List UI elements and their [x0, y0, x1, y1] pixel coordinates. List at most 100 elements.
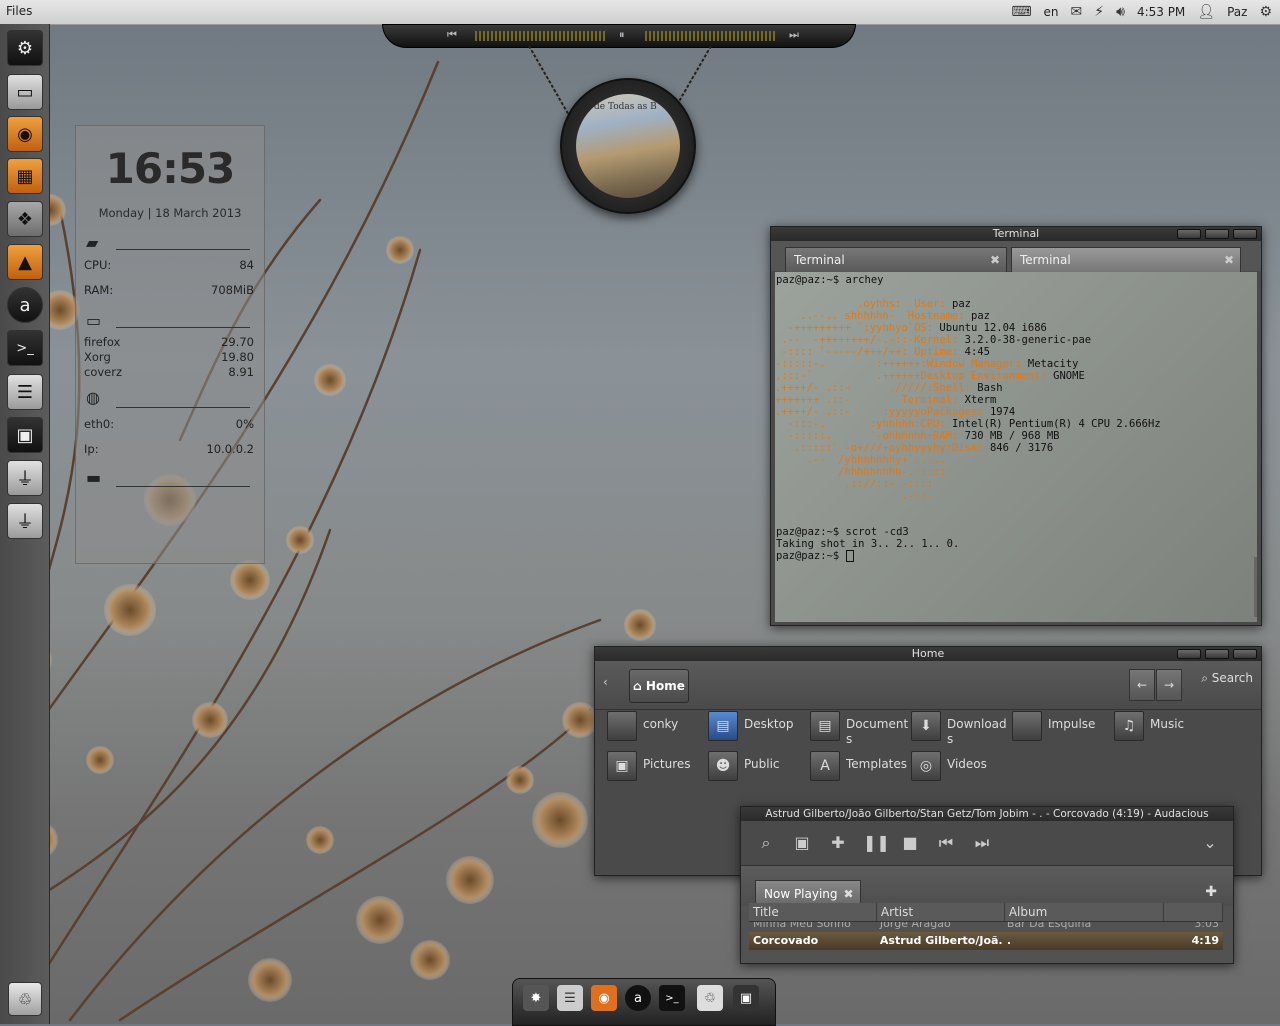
previous-icon[interactable]: ⏮ [935, 833, 957, 853]
usb-drive-icon[interactable]: ⏚ [7, 503, 43, 539]
terminal-scrollbar[interactable] [1254, 557, 1257, 617]
vlc-icon[interactable]: ▲ [7, 244, 43, 280]
files-icon[interactable]: ▭ [7, 74, 43, 110]
archey-value: GNOME [1046, 370, 1085, 382]
workspace-switcher-icon[interactable]: ▣ [733, 985, 759, 1011]
terminal-icon[interactable]: >_ [7, 330, 43, 366]
file-cabinet-icon[interactable]: ☰ [7, 374, 43, 410]
keyboard-icon[interactable]: ⌨ [1011, 4, 1031, 20]
active-app-name[interactable]: Files [6, 4, 32, 18]
folder-item[interactable]: ◎ Videos [911, 751, 1011, 785]
window-titlebar[interactable]: Home [595, 647, 1261, 661]
top-panel: Files ⌨ en ✉ ⚡ 🔊︎ 4:53 PM 👤︎ Paz ⚙ [0, 0, 1280, 25]
workspace-switcher-icon[interactable]: ▣ [7, 417, 43, 453]
terminal-window[interactable]: Terminal Terminal ✖ Terminal ✖ paz@paz:~… [770, 226, 1262, 626]
forward-button[interactable]: → [1156, 669, 1182, 701]
search-icon[interactable]: ⌕ [755, 833, 777, 853]
archey-line: -:::::-. :++++++:Window Manager: Metacit… [775, 358, 1078, 370]
folder-item[interactable]: ⬇ Downloads [911, 711, 1011, 746]
audacious-window[interactable]: Astrud Gilberto/João Gilberto/Stan Getz/… [740, 806, 1234, 964]
archey-line: -:::::. `-ohhhhhh+RAM: 730 MB / 968 MB [775, 430, 1060, 442]
archive-icon[interactable]: ▦ [7, 158, 43, 194]
process-name: coverz [84, 365, 123, 379]
video-editor-icon[interactable]: ✸ [523, 985, 549, 1011]
terminal-tab[interactable]: Terminal ✖ [785, 247, 1007, 272]
firefox-icon[interactable]: ◉ [591, 985, 617, 1011]
folder-icon [1012, 711, 1042, 741]
clock[interactable]: 4:53 PM [1137, 5, 1185, 19]
close-button[interactable] [1233, 649, 1257, 659]
terminal-prompt: paz@paz:~$ [776, 550, 854, 562]
minimize-button[interactable] [1177, 229, 1201, 239]
terminal-line: paz@paz:~$ archey [776, 274, 884, 286]
file-cabinet-icon[interactable]: ☰ [557, 985, 583, 1011]
next-icon[interactable]: ⏭ [789, 28, 799, 42]
stop-icon[interactable]: ■ [899, 833, 921, 853]
keyboard-layout[interactable]: en [1044, 5, 1059, 19]
network-icon[interactable]: ⚡ [1094, 4, 1104, 20]
folder-item[interactable]: Impulse [1012, 711, 1112, 745]
back-button[interactable]: ← [1129, 669, 1155, 701]
firefox-icon[interactable]: ◉ [7, 116, 43, 152]
playlist-table: Title Artist Album Minha Meu Sonho Jorge… [749, 903, 1224, 950]
amazon-icon[interactable]: a [625, 985, 651, 1011]
archey-line: .-- -++++++++/-.-::-Kernel: 3.2.0-38-gen… [775, 334, 1091, 346]
column-header[interactable]: Artist [877, 903, 1005, 921]
pause-icon[interactable]: ⏸ [619, 28, 625, 42]
user-name[interactable]: Paz [1227, 5, 1247, 19]
minimize-button[interactable] [1177, 649, 1201, 659]
archey-key: User: [914, 298, 946, 310]
folder-item[interactable]: ▤ Documents [810, 711, 910, 746]
volume-icon[interactable]: 🔊︎ [1116, 4, 1125, 20]
usb-drive-icon[interactable]: ⏚ [7, 460, 43, 496]
terminal-line: Taking shot in 3.. 2.. 1.. 0. [776, 538, 960, 550]
folder-item[interactable]: ☻ Public [708, 751, 808, 785]
archey-value: Metacity [1021, 358, 1079, 370]
previous-icon[interactable]: ⏮ [447, 28, 457, 42]
add-playlist-icon[interactable]: ✚ [1205, 884, 1217, 900]
folder-item[interactable]: ▣ Pictures [607, 751, 707, 785]
open-files-icon[interactable]: ▣ [791, 833, 813, 853]
maximize-button[interactable] [1205, 229, 1229, 239]
folder-item[interactable]: ▤ Desktop [708, 711, 808, 745]
process-row: coverz 8.91 [84, 365, 254, 379]
window-titlebar[interactable]: Terminal [771, 227, 1261, 241]
archey-key: Window Manager: [926, 358, 1022, 370]
album-cover-widget[interactable]: de Todas as B [560, 78, 696, 214]
mail-icon[interactable]: ✉ [1071, 4, 1083, 20]
ubuntu-dash-icon[interactable]: ⚙ [7, 30, 43, 66]
search-button[interactable]: ⌕ Search [1201, 671, 1253, 686]
user-icon[interactable]: 👤︎ [1197, 4, 1215, 20]
window-titlebar[interactable]: Astrud Gilberto/João Gilberto/Stan Getz/… [741, 807, 1233, 821]
terminal-icon[interactable]: >_ [659, 985, 685, 1011]
eth-value: 0% [235, 417, 254, 431]
table-row[interactable]: Minha Meu Sonho Jorge Aragão Bar Da Esqu… [749, 922, 1223, 932]
pause-icon[interactable]: ❚❚ [863, 833, 890, 853]
chevron-down-icon[interactable]: ⌄ [1199, 833, 1221, 853]
folder-item[interactable]: A Templates [810, 751, 910, 785]
gear-icon[interactable]: ⚙ [1259, 4, 1272, 20]
column-header[interactable]: Title [749, 903, 877, 921]
trash-icon[interactable]: ♲ [8, 982, 42, 1016]
add-icon[interactable]: ✚ [827, 833, 849, 853]
video-editor-icon[interactable]: ❖ [7, 201, 43, 237]
amazon-icon[interactable]: a [7, 287, 43, 323]
terminal-tab-active[interactable]: Terminal ✖ [1011, 247, 1241, 272]
ram-label: RAM: [84, 283, 114, 297]
terminal-output[interactable]: paz@paz:~$ archey .oyhhs: User: paz ..--… [775, 272, 1257, 622]
trash-icon[interactable]: ♲ [697, 985, 723, 1011]
folder-item[interactable]: ♫ Music [1114, 711, 1214, 745]
home-breadcrumb[interactable]: ⌂ Home [629, 669, 689, 703]
archey-art: ,:::-` .++++++ [775, 370, 921, 382]
process-value: 8.91 [228, 365, 254, 379]
maximize-button[interactable] [1205, 649, 1229, 659]
next-icon[interactable]: ⏭ [971, 833, 993, 853]
close-tab-icon[interactable]: ✖ [1224, 248, 1234, 272]
column-header[interactable] [1164, 903, 1224, 921]
chevron-left-icon[interactable]: ‹ [603, 675, 623, 695]
folder-item[interactable]: conky [607, 711, 707, 745]
close-tab-icon[interactable]: ✖ [990, 248, 1000, 272]
close-button[interactable] [1233, 229, 1257, 239]
table-row-selected[interactable]: Corcovado Astrud Gilberto/Joã... . 4:19 [749, 932, 1223, 950]
column-header[interactable]: Album [1005, 903, 1165, 921]
